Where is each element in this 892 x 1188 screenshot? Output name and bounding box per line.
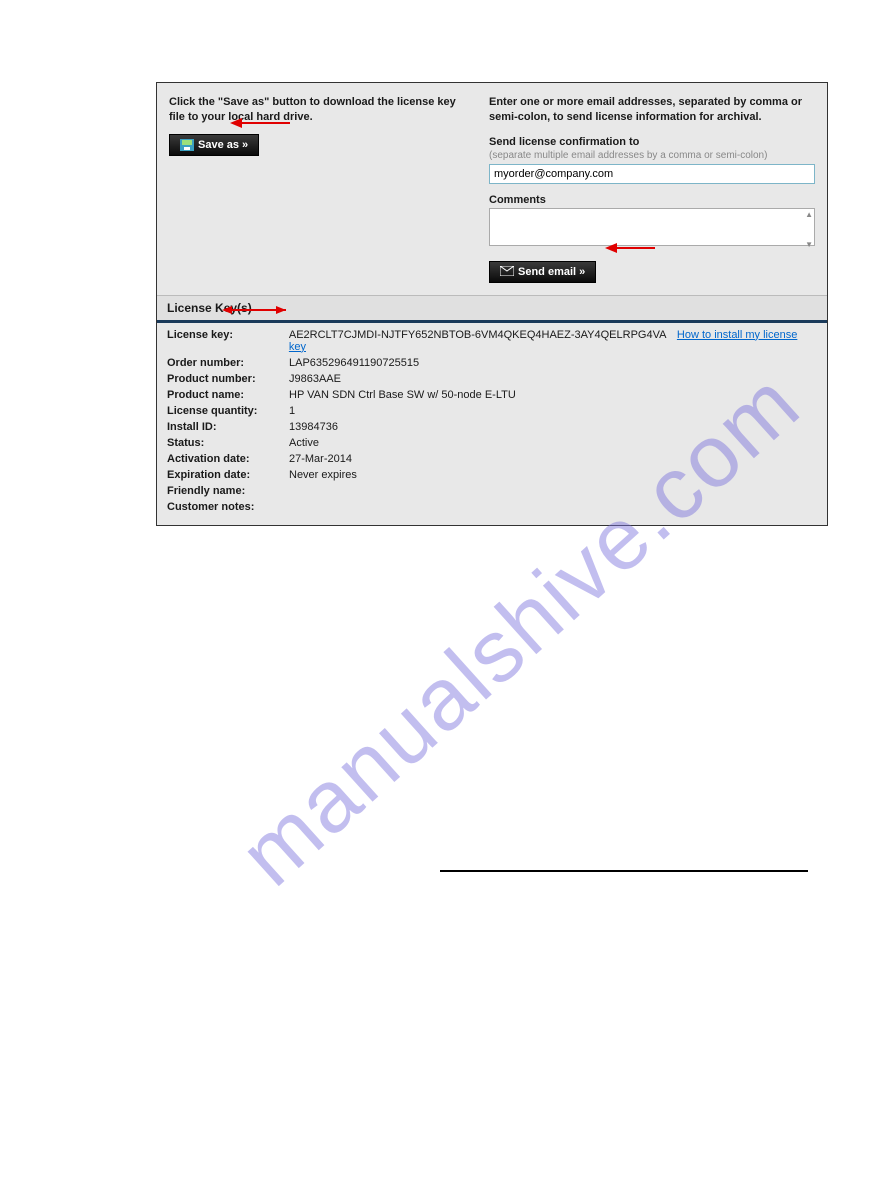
license-quantity-value: 1 bbox=[289, 405, 295, 417]
activation-date-value: 27-Mar-2014 bbox=[289, 453, 352, 465]
install-id-value: 13984736 bbox=[289, 421, 338, 433]
row-expiration-date: Expiration date: Never expires bbox=[167, 467, 817, 483]
comments-wrap: ▲ ▼ bbox=[489, 208, 815, 251]
status-value: Active bbox=[289, 437, 319, 449]
activation-date-label: Activation date: bbox=[167, 453, 289, 465]
row-activation-date: Activation date: 27-Mar-2014 bbox=[167, 451, 817, 467]
row-product-number: Product number: J9863AAE bbox=[167, 371, 817, 387]
comments-textarea[interactable] bbox=[489, 208, 815, 246]
row-install-id: Install ID: 13984736 bbox=[167, 419, 817, 435]
row-license-key: License key: AE2RCLT7CJMDI-NJTFY652NBTOB… bbox=[167, 327, 817, 355]
customer-notes-label: Customer notes: bbox=[167, 501, 289, 513]
send-email-button[interactable]: Send email » bbox=[489, 261, 596, 283]
order-number-value: LAP635296491190725515 bbox=[289, 357, 419, 369]
scroll-up-icon[interactable]: ▲ bbox=[805, 210, 813, 219]
footer-divider bbox=[440, 870, 808, 872]
email-instruction: Enter one or more email addresses, separ… bbox=[489, 95, 815, 126]
product-number-label: Product number: bbox=[167, 373, 289, 385]
install-id-label: Install ID: bbox=[167, 421, 289, 433]
friendly-name-label: Friendly name: bbox=[167, 485, 289, 497]
product-number-value: J9863AAE bbox=[289, 373, 341, 385]
scroll-down-icon[interactable]: ▼ bbox=[805, 240, 813, 249]
email-confirm-label: Send license confirmation to bbox=[489, 136, 815, 148]
row-license-quantity: License quantity: 1 bbox=[167, 403, 817, 419]
order-number-label: Order number: bbox=[167, 357, 289, 369]
row-product-name: Product name: HP VAN SDN Ctrl Base SW w/… bbox=[167, 387, 817, 403]
comments-label: Comments bbox=[489, 194, 815, 206]
row-order-number: Order number: LAP635296491190725515 bbox=[167, 355, 817, 371]
row-friendly-name: Friendly name: bbox=[167, 483, 817, 499]
save-as-button[interactable]: Save as » bbox=[169, 134, 259, 156]
save-as-instruction: Click the "Save as" button to download t… bbox=[169, 95, 469, 126]
send-email-button-label: Send email » bbox=[518, 266, 585, 278]
license-key-value: AE2RCLT7CJMDI-NJTFY652NBTOB-6VM4QKEQ4HAE… bbox=[289, 329, 817, 353]
license-key-label: License key: bbox=[167, 329, 289, 353]
license-quantity-label: License quantity: bbox=[167, 405, 289, 417]
row-status: Status: Active bbox=[167, 435, 817, 451]
save-as-column: Click the "Save as" button to download t… bbox=[169, 95, 469, 283]
email-column: Enter one or more email addresses, separ… bbox=[489, 95, 815, 283]
product-name-value: HP VAN SDN Ctrl Base SW w/ 50-node E-LTU bbox=[289, 389, 516, 401]
license-details: License key: AE2RCLT7CJMDI-NJTFY652NBTOB… bbox=[157, 323, 827, 525]
expiration-date-label: Expiration date: bbox=[167, 469, 289, 481]
disk-icon bbox=[180, 139, 194, 151]
expiration-date-value: Never expires bbox=[289, 469, 357, 481]
row-customer-notes: Customer notes: bbox=[167, 499, 817, 515]
email-confirm-hint: (separate multiple email addresses by a … bbox=[489, 150, 815, 161]
email-input[interactable] bbox=[489, 164, 815, 184]
top-section: Click the "Save as" button to download t… bbox=[157, 83, 827, 295]
save-as-button-label: Save as » bbox=[198, 139, 248, 151]
envelope-icon bbox=[500, 266, 514, 278]
license-keys-header: License Key(s) bbox=[157, 295, 827, 323]
license-key-text: AE2RCLT7CJMDI-NJTFY652NBTOB-6VM4QKEQ4HAE… bbox=[289, 329, 666, 341]
status-label: Status: bbox=[167, 437, 289, 449]
product-name-label: Product name: bbox=[167, 389, 289, 401]
license-panel: Click the "Save as" button to download t… bbox=[156, 82, 828, 526]
